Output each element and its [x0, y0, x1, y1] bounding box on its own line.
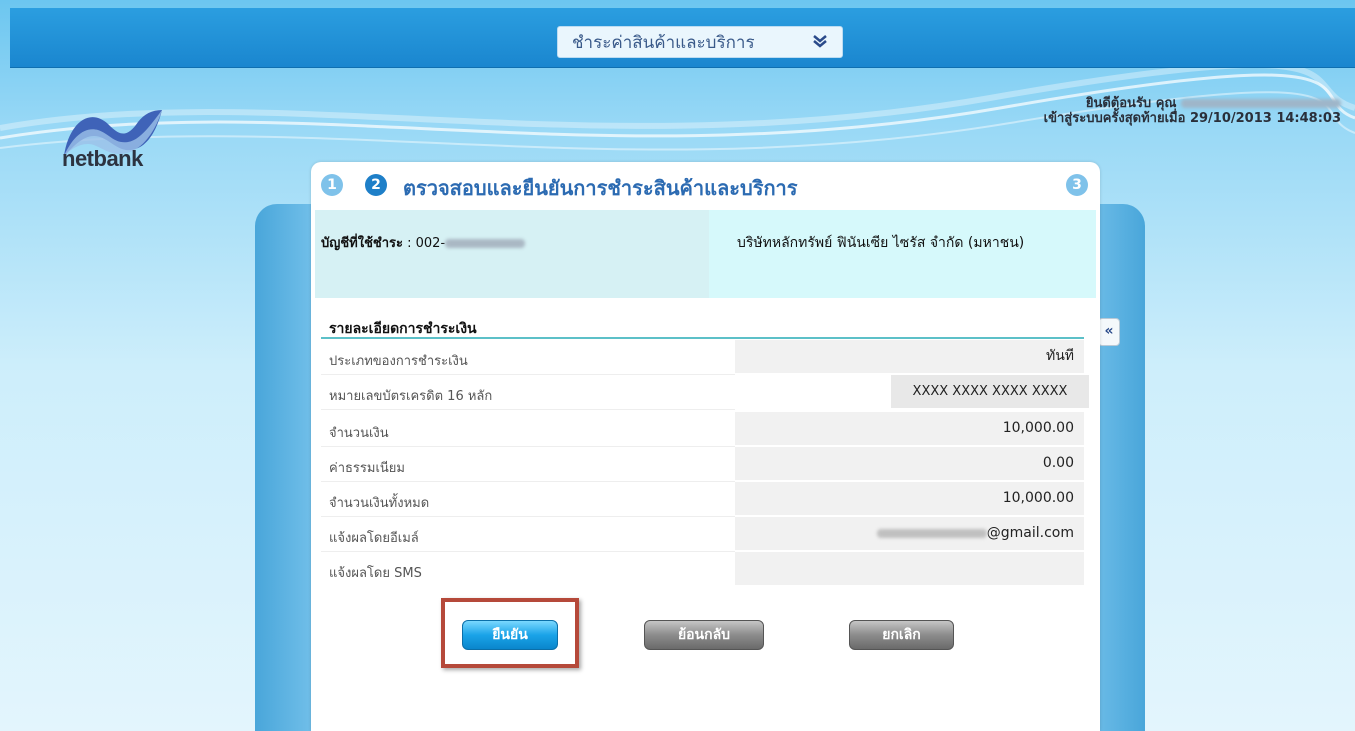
account-label: บัญชีที่ใช้ชำระ : 002- [321, 232, 526, 253]
step-1-icon: 1 [321, 174, 343, 196]
row-total: จำนวนเงินทั้งหมด 10,000.00 [321, 482, 1084, 517]
row-label: ประเภทของการชำระเงิน [329, 354, 468, 369]
welcome-label: ยินดีต้อนรับ คุณ [1085, 96, 1177, 111]
confirm-button[interactable]: ยืนยัน [462, 620, 558, 650]
payee-info: บริษัทหลักทรัพย์ ฟินันเซีย ไซรัส จำกัด (… [709, 210, 1096, 298]
row-label: แจ้งผลโดยอีเมล์ [329, 531, 419, 546]
step-2-icon: 2 [365, 174, 387, 196]
top-bar: ชำระค่าสินค้าและบริการ [10, 8, 1355, 68]
row-label: จำนวนเงิน [329, 426, 389, 441]
payee-company: บริษัทหลักทรัพย์ ฟินันเซีย ไซรัส จำกัด (… [737, 235, 1025, 251]
service-menu-dropdown[interactable]: ชำระค่าสินค้าและบริการ [557, 26, 843, 58]
row-sms: แจ้งผลโดย SMS [321, 552, 1084, 587]
last-login: เข้าสู่ระบบครั้งสุดท้ายเมื่อ 29/10/2013 … [1043, 111, 1341, 126]
cancel-button[interactable]: ยกเลิก [849, 620, 954, 650]
back-button[interactable]: ย้อนกลับ [644, 620, 764, 650]
row-value: 10,000.00 [735, 412, 1084, 445]
row-fee: ค่าธรรมเนียม 0.00 [321, 447, 1084, 482]
side-expand-tab[interactable]: « [1098, 318, 1120, 346]
row-email: แจ้งผลโดยอีเมล์ @gmail.com [321, 517, 1084, 552]
row-value: @gmail.com [735, 517, 1084, 550]
row-label: จำนวนเงินทั้งหมด [329, 496, 430, 511]
page-title: ตรวจสอบและยืนยันการชำระสินค้าและบริการ [403, 176, 798, 200]
confirmation-card: 1 2 ตรวจสอบและยืนยันการชำระสินค้าและบริก… [311, 162, 1100, 731]
user-name-redacted [1181, 99, 1341, 108]
row-amount: จำนวนเงิน 10,000.00 [321, 412, 1084, 447]
row-value: 0.00 [735, 447, 1084, 480]
netbank-logo-text: netbank [62, 146, 143, 171]
details-divider [321, 337, 1084, 339]
row-value: 10,000.00 [735, 482, 1084, 515]
row-card-number: หมายเลขบัตรเครดิต 16 หลัก XXXX XXXX XXXX… [321, 375, 1089, 410]
row-label: ค่าธรรมเนียม [329, 461, 405, 476]
row-payment-type: ประเภทของการชำระเงิน ทันที [321, 340, 1084, 375]
user-welcome: ยินดีต้อนรับ คุณ เข้าสู่ระบบครั้งสุดท้าย… [1044, 96, 1341, 126]
step-3-icon: 3 [1066, 174, 1088, 196]
row-label: แจ้งผลโดย SMS [329, 566, 422, 581]
service-menu-label: ชำระค่าสินค้าและบริการ [572, 32, 755, 53]
account-number-redacted [445, 239, 526, 248]
row-value: XXXX XXXX XXXX XXXX [891, 375, 1089, 408]
row-label: หมายเลขบัตรเครดิต 16 หลัก [329, 389, 493, 404]
chevron-down-icon [812, 33, 828, 53]
email-redacted [876, 528, 987, 538]
step-indicator: 1 2 ตรวจสอบและยืนยันการชำระสินค้าและบริก… [311, 162, 1100, 208]
account-info: บัญชีที่ใช้ชำระ : 002- บริษัทหลักทรัพย์ … [315, 210, 1096, 298]
row-value [735, 552, 1084, 585]
row-value: ทันที [735, 340, 1084, 373]
